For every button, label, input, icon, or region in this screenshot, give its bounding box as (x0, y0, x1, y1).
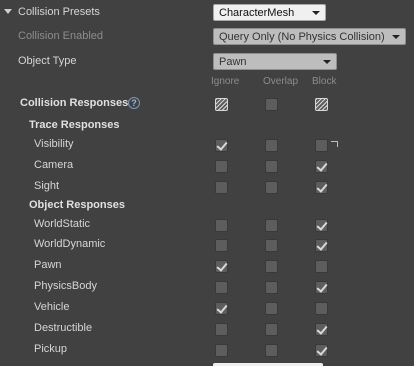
collision-responses-row: Collision Responses ? (0, 96, 414, 112)
collision-enabled-label: Collision Enabled (18, 30, 103, 42)
object-row-physicsbody: PhysicsBody (0, 279, 414, 295)
channel-label: Pickup (34, 343, 68, 355)
object-type-dropdown[interactable]: Pawn (213, 53, 337, 70)
channel-label: Sight (34, 180, 60, 192)
channel-label: Pawn (34, 259, 62, 271)
block-checkbox[interactable] (315, 302, 328, 315)
ignore-checkbox[interactable] (215, 139, 228, 152)
block-checkbox[interactable] (315, 139, 328, 152)
overlap-checkbox[interactable] (265, 323, 278, 336)
channel-label: Destructible (34, 322, 93, 334)
channel-label: WorldStatic (34, 218, 91, 230)
object-row-worldstatic: WorldStatic (0, 217, 414, 233)
chevron-down-icon (392, 35, 400, 39)
reset-to-default-icon[interactable] (331, 141, 338, 147)
trace-row-visibility: Visibility (0, 137, 414, 153)
column-header-block: Block (312, 76, 337, 87)
ignore-checkbox[interactable] (215, 160, 228, 173)
chevron-down-icon (312, 11, 320, 15)
block-checkbox[interactable] (315, 281, 328, 294)
block-checkbox[interactable] (315, 181, 328, 194)
overlap-checkbox[interactable] (265, 219, 278, 232)
block-checkbox[interactable] (315, 344, 328, 357)
expand-collapse-icon[interactable] (4, 9, 12, 14)
overlap-checkbox[interactable] (265, 160, 278, 173)
ignore-checkbox[interactable] (215, 281, 228, 294)
channel-label: Vehicle (34, 301, 70, 313)
block-checkbox[interactable] (315, 260, 328, 273)
object-type-label: Object Type (18, 55, 77, 67)
ignore-checkbox[interactable] (215, 302, 228, 315)
all-block-checkbox[interactable] (315, 98, 328, 111)
trace-row-sight: Sight (0, 179, 414, 195)
trace-responses-label: Trace Responses (29, 119, 120, 131)
overlap-checkbox[interactable] (265, 139, 278, 152)
object-row-pawn: Pawn (0, 258, 414, 274)
overlap-checkbox[interactable] (265, 281, 278, 294)
collision-presets-value: CharacterMesh (219, 7, 295, 19)
help-icon[interactable]: ? (128, 97, 140, 109)
all-ignore-checkbox[interactable] (215, 98, 228, 111)
channel-label: Camera (34, 159, 74, 171)
overlap-checkbox[interactable] (265, 239, 278, 252)
chevron-down-icon (323, 60, 331, 64)
overlap-checkbox[interactable] (265, 302, 278, 315)
ignore-checkbox[interactable] (215, 260, 228, 273)
ignore-checkbox[interactable] (215, 344, 228, 357)
all-overlap-checkbox[interactable] (265, 98, 278, 111)
collision-presets-label: Collision Presets (18, 6, 100, 18)
block-checkbox[interactable] (315, 160, 328, 173)
overlap-checkbox[interactable] (265, 344, 278, 357)
object-row-pickup: Pickup (0, 342, 414, 358)
collision-enabled-value: Query Only (No Physics Collision) (219, 31, 385, 43)
block-checkbox[interactable] (315, 239, 328, 252)
overlap-checkbox[interactable] (265, 260, 278, 273)
ignore-checkbox[interactable] (215, 219, 228, 232)
channel-label: PhysicsBody (34, 280, 97, 292)
object-row-worlddynamic: WorldDynamic (0, 237, 414, 253)
column-header-overlap: Overlap (263, 76, 299, 87)
collision-presets-dropdown[interactable]: CharacterMesh (213, 4, 326, 21)
object-type-value: Pawn (219, 56, 247, 68)
trace-row-camera: Camera (0, 158, 414, 174)
object-row-vehicle: Vehicle (0, 300, 414, 316)
collision-enabled-dropdown[interactable]: Query Only (No Physics Collision) (213, 28, 406, 45)
ignore-checkbox[interactable] (215, 181, 228, 194)
channel-label: WorldDynamic (34, 238, 106, 250)
ignore-checkbox[interactable] (215, 323, 228, 336)
block-checkbox[interactable] (315, 323, 328, 336)
channel-label: Visibility (34, 138, 74, 150)
block-checkbox[interactable] (315, 219, 328, 232)
object-responses-label: Object Responses (29, 199, 125, 211)
column-header-ignore: Ignore (211, 76, 240, 87)
overlap-checkbox[interactable] (265, 181, 278, 194)
collision-responses-label: Collision Responses (20, 97, 129, 109)
object-row-destructible: Destructible (0, 321, 414, 337)
ignore-checkbox[interactable] (215, 239, 228, 252)
